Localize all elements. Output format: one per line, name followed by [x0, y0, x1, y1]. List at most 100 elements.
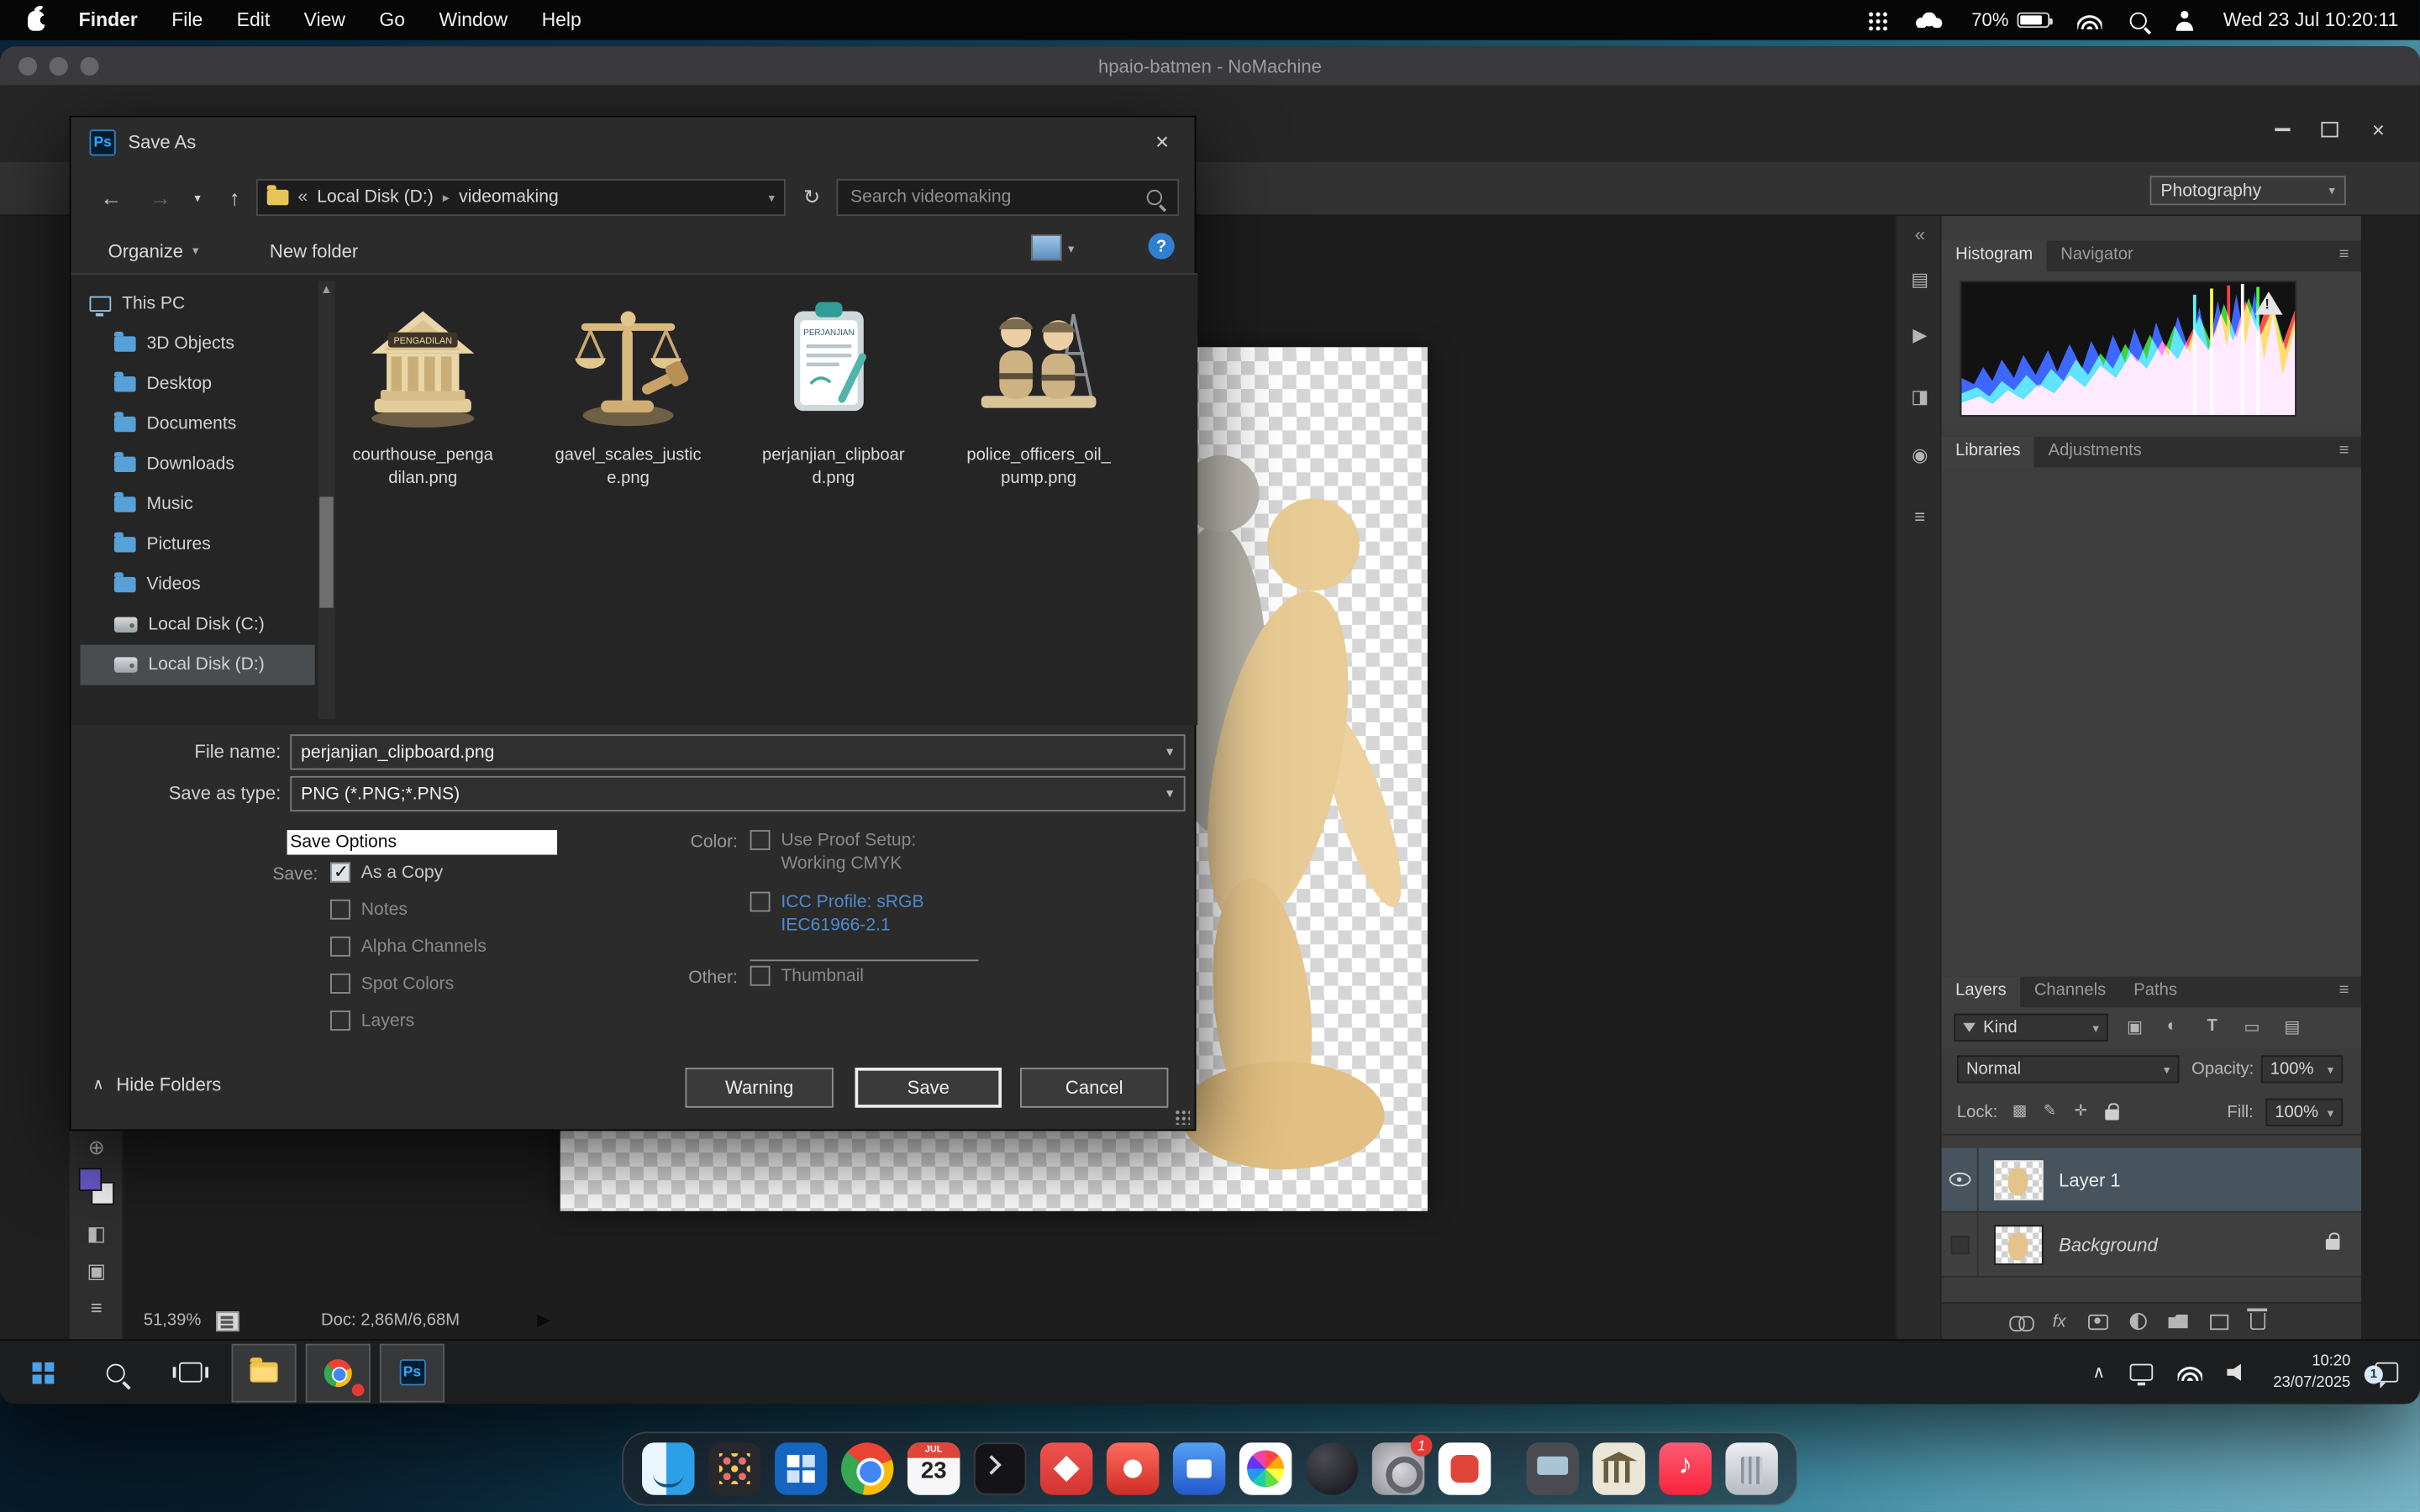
collapsed-panel-icon-4[interactable]: ◉ — [1897, 444, 1943, 466]
checkbox-icon[interactable] — [330, 1011, 350, 1031]
hide-folders-button[interactable]: ∧ Hide Folders — [92, 1074, 221, 1095]
zoom-traffic-light[interactable] — [81, 57, 99, 76]
close-traffic-light[interactable] — [18, 57, 37, 76]
layer-visibility-toggle[interactable] — [1942, 1212, 1979, 1277]
lock-transparency-icon[interactable]: ▩ — [2012, 1103, 2027, 1120]
taskbar-search-button[interactable] — [83, 1343, 148, 1402]
taskbar-photoshop[interactable]: Ps — [380, 1343, 445, 1402]
lock-pixels-icon[interactable]: ✎ — [2044, 1103, 2056, 1120]
as-a-copy-checkbox[interactable]: As a Copy — [330, 863, 443, 885]
sidebar-item-videos[interactable]: Videos — [81, 564, 315, 605]
menu-view[interactable]: View — [304, 9, 345, 31]
help-button[interactable]: ? — [1149, 233, 1175, 259]
checkbox-icon[interactable] — [330, 937, 350, 957]
dock-icon-chrome[interactable] — [841, 1442, 893, 1494]
alpha-channels-checkbox[interactable]: Alpha Channels — [330, 937, 487, 959]
file-item-perjanjian-clipboard[interactable]: PERJANJIAN perjanjian_clipboard.png — [760, 290, 908, 490]
filter-smart-object-icon[interactable]: ▤ — [2284, 1016, 2300, 1037]
dock-icon-music[interactable] — [1659, 1442, 1711, 1494]
network-tray-icon[interactable] — [2177, 1364, 2202, 1381]
cloud-icon[interactable] — [1916, 13, 1944, 28]
spotlight-icon[interactable] — [2131, 12, 2148, 29]
dock-icon-trash[interactable] — [1725, 1442, 1777, 1494]
edit-toolbar-icon[interactable]: ≡ — [70, 1296, 124, 1320]
breadcrumb-folder[interactable]: videomaking — [459, 188, 559, 207]
blend-mode-dropdown[interactable]: Normal ▾ — [1957, 1055, 2179, 1083]
file-item-courthouse[interactable]: PENGADILAN courthouse_pengadilan.png — [349, 290, 497, 490]
task-view-button[interactable] — [157, 1343, 222, 1402]
back-button[interactable]: ← — [92, 181, 129, 214]
refresh-button[interactable]: ↻ — [793, 181, 830, 214]
dock-icon-remote-tiles[interactable] — [775, 1442, 827, 1494]
layers-checkbox[interactable]: Layers — [330, 1011, 414, 1033]
organize-button[interactable]: Organize▾ — [108, 240, 199, 262]
volume-tray-icon[interactable] — [2227, 1363, 2249, 1382]
dock-icon-red-circle-app[interactable] — [1107, 1442, 1159, 1494]
file-name-input[interactable] — [292, 743, 1156, 761]
collapsed-panel-icon-2[interactable]: ▶ — [1897, 324, 1943, 346]
restore-button[interactable] — [2306, 114, 2352, 145]
menu-file[interactable]: File — [171, 9, 203, 31]
layer-row-background[interactable]: Background — [1942, 1213, 2362, 1278]
change-view-button[interactable] — [1031, 234, 1062, 260]
filter-shape-icon[interactable]: ▭ — [2244, 1016, 2260, 1037]
new-layer-icon[interactable] — [2209, 1314, 2228, 1329]
dock-icon-calendar[interactable]: JUL 23 — [908, 1442, 960, 1494]
dock-icon-screen-share[interactable] — [1526, 1442, 1578, 1494]
sidebar-item-this-pc[interactable]: This PC — [81, 284, 315, 324]
layer-thumbnail[interactable] — [1994, 1159, 2044, 1200]
file-item-gavel-scales[interactable]: gavel_scales_justice.png — [554, 290, 702, 490]
start-button[interactable] — [9, 1343, 74, 1402]
collapsed-panel-icon-5[interactable]: ≡ — [1897, 506, 1943, 528]
spot-colors-checkbox[interactable]: Spot Colors — [330, 974, 454, 996]
resize-grip[interactable] — [1175, 1110, 1190, 1125]
menu-help[interactable]: Help — [542, 9, 581, 31]
layer-row-layer1[interactable]: Layer 1 — [1942, 1148, 2362, 1213]
layer-name[interactable]: Background — [2059, 1233, 2158, 1255]
layer-visibility-toggle[interactable] — [1942, 1147, 1979, 1212]
layer-thumbnail[interactable] — [1994, 1224, 2044, 1264]
apple-menu-icon[interactable] — [28, 10, 45, 30]
add-mask-icon[interactable] — [2087, 1314, 2107, 1329]
dropdown-arrow-icon[interactable]: ▾ — [1156, 743, 1184, 760]
dock-icon-settings[interactable]: 1 — [1372, 1442, 1424, 1494]
screen-mode-icon[interactable]: ▣ — [70, 1259, 124, 1284]
dock-icon-bank-app[interactable] — [1592, 1442, 1644, 1494]
app-grid-icon[interactable] — [1868, 10, 1888, 30]
tab-histogram[interactable]: Histogram — [1942, 241, 2047, 272]
new-group-icon[interactable] — [2168, 1315, 2188, 1329]
view-dropdown-icon[interactable]: ▾ — [1068, 242, 1074, 256]
sidebar-item-documents[interactable]: Documents — [81, 404, 315, 444]
histogram-warning-icon[interactable] — [2254, 291, 2282, 315]
battery-status[interactable]: 70% — [1971, 9, 2050, 31]
sidebar-item-local-disk-d[interactable]: Local Disk (D:) — [81, 645, 315, 685]
save-button[interactable]: Save — [855, 1068, 1002, 1108]
menu-go[interactable]: Go — [379, 9, 405, 31]
tab-layers[interactable]: Layers — [1942, 977, 2021, 1008]
panel-menu-icon[interactable]: ≡ — [2339, 241, 2361, 272]
taskbar-clock[interactable]: 10:20 23/07/2025 — [2273, 1352, 2350, 1394]
collapse-panels-icon[interactable]: « — [1897, 223, 1943, 245]
sidebar-item-desktop[interactable]: Desktop — [81, 364, 315, 404]
breadcrumb-drive[interactable]: Local Disk (D:) — [317, 188, 433, 207]
forward-button[interactable]: → — [142, 181, 179, 214]
lock-position-icon[interactable]: ✛ — [2075, 1103, 2087, 1120]
link-layers-icon[interactable] — [2009, 1315, 2031, 1328]
dock-icon-launchpad[interactable] — [708, 1442, 760, 1494]
tab-adjustments[interactable]: Adjustments — [2034, 437, 2155, 468]
menu-edit[interactable]: Edit — [237, 9, 271, 31]
sidebar-scrollbar[interactable]: ▲ — [318, 281, 334, 719]
layer-effects-icon[interactable]: fx — [2053, 1312, 2066, 1331]
tab-libraries[interactable]: Libraries — [1942, 437, 2035, 468]
minimize-button[interactable] — [2260, 114, 2306, 145]
tab-channels[interactable]: Channels — [2020, 977, 2119, 1008]
panel-menu-icon[interactable]: ≡ — [2339, 977, 2361, 1008]
breadcrumb-collapse[interactable]: « — [297, 188, 308, 207]
new-folder-button[interactable]: New folder — [270, 240, 358, 262]
address-dropdown-icon[interactable]: ▾ — [769, 191, 775, 205]
dock-icon-red-diamond-app[interactable] — [1040, 1442, 1092, 1494]
lock-all-icon[interactable] — [2105, 1106, 2119, 1125]
file-item-police-officers[interactable]: police_officers_oil_pump.png — [965, 290, 1113, 490]
scroll-up-icon[interactable]: ▲ — [318, 281, 334, 299]
collapsed-panel-icon-3[interactable]: ◨ — [1897, 386, 1943, 407]
